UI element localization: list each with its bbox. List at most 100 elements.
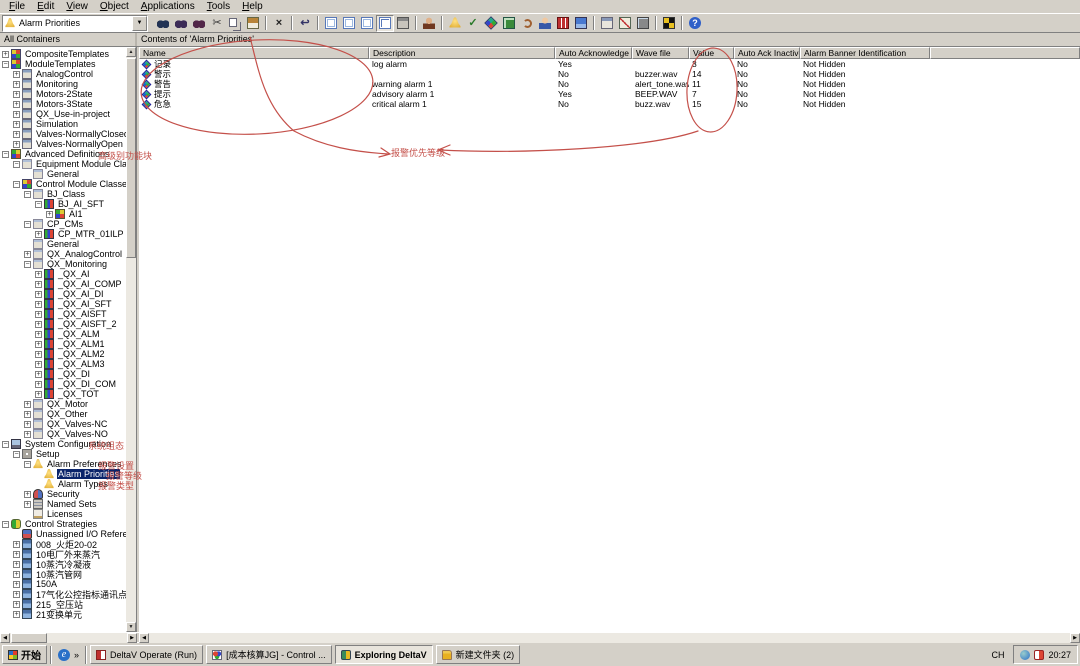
tree-item-licenses[interactable]: Licenses [0, 509, 127, 519]
tree-item-qx-di[interactable]: +_QX_DI [0, 369, 127, 379]
menu-applications[interactable]: Applications [135, 1, 201, 12]
expand-toggle[interactable]: + [13, 91, 20, 98]
expand-toggle[interactable]: + [13, 591, 20, 598]
scrollbar-thumb[interactable] [11, 633, 47, 643]
combo-dropdown-button[interactable]: ▼ [132, 16, 147, 31]
expand-toggle[interactable]: + [13, 601, 20, 608]
expand-toggle[interactable]: − [35, 201, 42, 208]
tree-item-qx-ai[interactable]: +_QX_AI [0, 269, 127, 279]
tree-item-control-module-classes[interactable]: −Control Module Classes [0, 179, 127, 189]
tree-item-named-sets[interactable]: +Named Sets [0, 499, 127, 509]
expand-toggle[interactable]: + [2, 51, 9, 58]
tree-item-moduletemplates[interactable]: −ModuleTemplates [0, 59, 127, 69]
tree-item-qx-tot[interactable]: +_QX_TOT [0, 389, 127, 399]
expand-toggle[interactable]: − [2, 61, 9, 68]
taskbar-button-exploring-deltav[interactable]: Exploring DeltaV [335, 645, 433, 664]
tree-item-qx-motor[interactable]: +QX_Motor [0, 399, 127, 409]
expand-toggle[interactable]: + [35, 311, 42, 318]
tree-item-qx-monitoring[interactable]: −QX_Monitoring [0, 259, 127, 269]
scroll-left-button[interactable]: ◀ [0, 633, 10, 643]
details-view-button[interactable] [376, 15, 394, 32]
expand-toggle[interactable]: + [35, 391, 42, 398]
menu-object[interactable]: Object [94, 1, 135, 12]
expand-toggle[interactable]: + [13, 611, 20, 618]
clock[interactable]: 20:27 [1048, 650, 1071, 660]
tree-vertical-scrollbar[interactable]: ▲ ▼ [126, 47, 136, 632]
tree-horizontal-scrollbar[interactable]: ◀ ▶ [0, 633, 137, 643]
expand-toggle[interactable]: + [35, 231, 42, 238]
expand-toggle[interactable]: + [24, 431, 31, 438]
expand-toggle[interactable]: + [24, 411, 31, 418]
expand-toggle[interactable]: + [35, 281, 42, 288]
history-table-button[interactable] [598, 15, 616, 32]
expand-toggle[interactable]: + [35, 331, 42, 338]
menu-view[interactable]: View [60, 1, 94, 12]
tree-item-qx-analogcontrol[interactable]: +QX_AnalogControl [0, 249, 127, 259]
scroll-up-button[interactable]: ▲ [126, 47, 136, 57]
tree-item-alarm-preferences[interactable]: −Alarm Preferences [0, 459, 127, 469]
expand-toggle[interactable]: + [13, 81, 20, 88]
module-grid-button[interactable] [554, 15, 572, 32]
column-header-alarm-banner-identification[interactable]: Alarm Banner Identification [800, 47, 930, 59]
taskbar-button-deltav-operate-run[interactable]: DeltaV Operate (Run) [90, 645, 203, 664]
scrollbar-thumb[interactable] [126, 58, 136, 258]
expand-toggle[interactable]: + [13, 131, 20, 138]
priority-diamond-button[interactable] [482, 15, 500, 32]
user-accounts-button[interactable] [420, 15, 438, 32]
tree-item-qx-aisft[interactable]: +_QX_AISFT [0, 309, 127, 319]
expand-toggle[interactable]: + [13, 551, 20, 558]
taskbar-button-2[interactable]: 新建文件夹 (2) [436, 645, 521, 664]
tree-item-qx-alm2[interactable]: +_QX_ALM2 [0, 349, 127, 359]
tree-item-motors-2state[interactable]: +Motors-2State [0, 89, 127, 99]
find-tagged-button[interactable] [190, 15, 208, 32]
tree-item-valves-normallyclosed[interactable]: +Valves-NormallyClosed [0, 129, 127, 139]
checker-flag-button[interactable] [660, 15, 678, 32]
expand-toggle[interactable]: + [13, 581, 20, 588]
expand-toggle[interactable]: + [13, 111, 20, 118]
scroll-left-button[interactable]: ◀ [139, 633, 149, 643]
tree-item-qx-ai-di[interactable]: +_QX_AI_DI [0, 289, 127, 299]
acknowledge-button[interactable]: ✓ [464, 15, 482, 32]
expand-toggle[interactable]: + [24, 401, 31, 408]
expand-toggle[interactable]: + [35, 371, 42, 378]
quick-launch-more-chevron[interactable]: » [74, 650, 79, 660]
expand-toggle[interactable]: + [24, 501, 31, 508]
snapshot-button[interactable] [500, 15, 518, 32]
expand-toggle[interactable]: + [35, 361, 42, 368]
column-header-description[interactable]: Description [369, 47, 555, 59]
expand-toggle[interactable]: + [13, 101, 20, 108]
table-row[interactable]: 危急critical alarm 1Nobuzz.wav15NoNot Hidd… [139, 99, 1080, 109]
expand-toggle[interactable]: + [13, 571, 20, 578]
list-horizontal-scrollbar[interactable]: ◀ ▶ [139, 633, 1080, 643]
tree-item-setup[interactable]: −Setup [0, 449, 127, 459]
expand-toggle[interactable]: + [13, 71, 20, 78]
menu-file[interactable]: File [3, 1, 31, 12]
tree-item-qx-use-in-project[interactable]: +QX_Use-in-project [0, 109, 127, 119]
tree-item-motors-3state[interactable]: +Motors-3State [0, 99, 127, 109]
tree-item-alarm-priorities[interactable]: Alarm Priorities [0, 469, 127, 479]
language-indicator[interactable]: CH [987, 648, 1008, 662]
tree-item-equipment-module-clas[interactable]: −Equipment Module Clas: [0, 159, 127, 169]
column-header-value[interactable]: Value [689, 47, 734, 59]
expand-toggle[interactable]: + [24, 491, 31, 498]
tree-item-control-strategies[interactable]: −Control Strategies [0, 519, 127, 529]
list-view-button[interactable] [358, 15, 376, 32]
operator-button[interactable] [536, 15, 554, 32]
expand-toggle[interactable]: + [24, 421, 31, 428]
tree-item-simulation[interactable]: +Simulation [0, 119, 127, 129]
process-monitor-button[interactable] [634, 15, 652, 32]
tree-item-monitoring[interactable]: +Monitoring [0, 79, 127, 89]
tree-item-analogcontrol[interactable]: +AnalogControl [0, 69, 127, 79]
tree-item-qx-valves-nc[interactable]: +QX_Valves-NC [0, 419, 127, 429]
menu-edit[interactable]: Edit [31, 1, 60, 12]
menu-help[interactable]: Help [236, 1, 269, 12]
expand-toggle[interactable]: + [35, 291, 42, 298]
tree-item-system-configuration[interactable]: −System Configuration [0, 439, 127, 449]
tree-item-cp-mtr-01ilp[interactable]: +CP_MTR_01ILP [0, 229, 127, 239]
expand-toggle[interactable]: − [24, 221, 31, 228]
tree-item-general[interactable]: General [0, 239, 127, 249]
expand-toggle[interactable]: + [35, 351, 42, 358]
expand-toggle[interactable]: − [24, 461, 31, 468]
expand-toggle[interactable]: − [13, 181, 20, 188]
expand-toggle[interactable]: + [35, 341, 42, 348]
